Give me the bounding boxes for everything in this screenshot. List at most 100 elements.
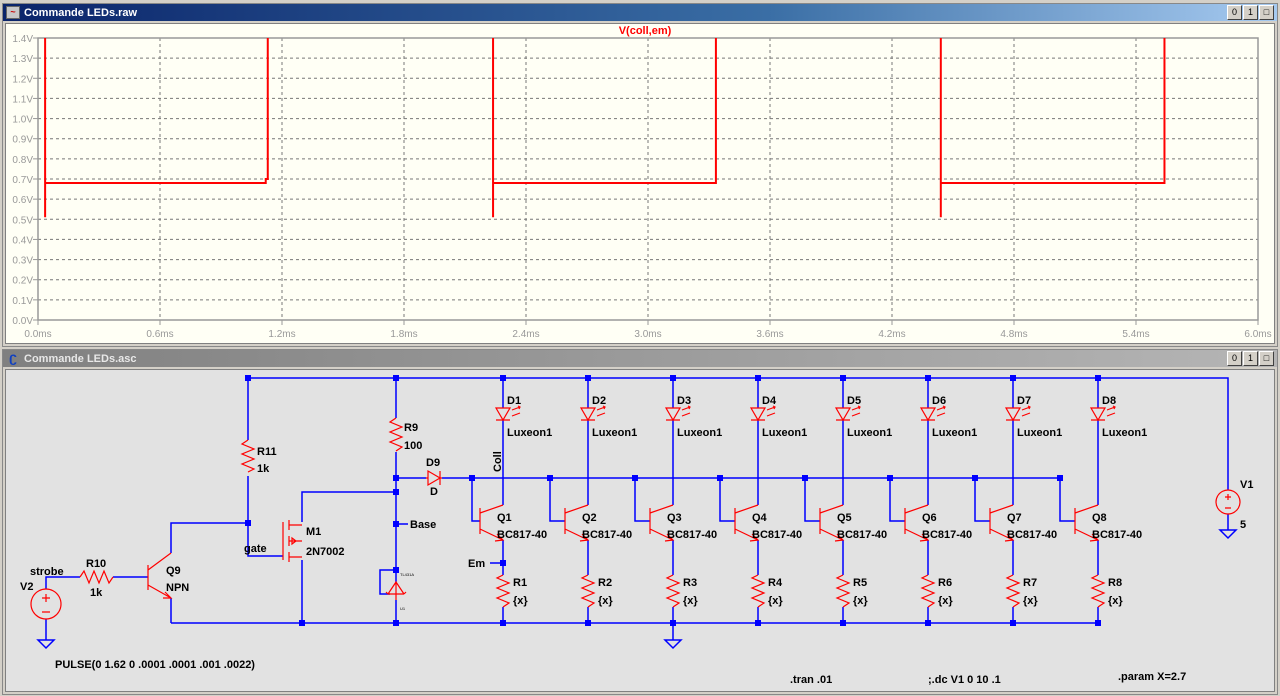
value-transistor: BC817-40 — [667, 529, 717, 541]
label-led: D1 — [507, 395, 521, 407]
label-resistor: R1 — [513, 577, 527, 589]
led-D2 — [579, 405, 606, 422]
value-led: Luxeon1 — [762, 427, 807, 439]
value-transistor: BC817-40 — [752, 529, 802, 541]
label-resistor: R5 — [853, 577, 867, 589]
value-d9: D — [430, 486, 438, 498]
value-resistor: {x} — [938, 595, 953, 607]
led-channel-1: D1 Luxeon1 Q1 BC817-40 R1 {x} — [471, 378, 552, 623]
resistor-R1 — [495, 574, 511, 608]
resistor-r10 — [79, 569, 114, 585]
led-channel-6: D6 Luxeon1 Q6 BC817-40 R6 {x} — [889, 378, 977, 623]
value-led: Luxeon1 — [592, 427, 637, 439]
label-v2: V2 — [20, 581, 33, 593]
led-channel-5: D5 Luxeon1 Q5 BC817-40 R5 {x} — [804, 378, 892, 623]
value-transistor: BC817-40 — [497, 529, 547, 541]
resistor-R4 — [750, 574, 766, 608]
label-led: D3 — [677, 395, 691, 407]
channel-wire — [1059, 378, 1099, 623]
led-channel-2: D2 Luxeon1 Q2 BC817-40 R2 {x} — [549, 378, 637, 623]
value-led: Luxeon1 — [507, 427, 552, 439]
junction-dot — [299, 620, 305, 626]
ground-icon — [663, 639, 683, 650]
value-q9: NPN — [166, 582, 189, 594]
label-r9: R9 — [404, 422, 418, 434]
plus-v2 — [42, 594, 50, 613]
directive-param[interactable]: .param X=2.7 — [1118, 671, 1186, 683]
label-transistor: Q8 — [1092, 512, 1107, 524]
shunt-regulator-u1 — [385, 580, 407, 600]
channel-wire — [719, 378, 759, 623]
label-transistor: Q5 — [837, 512, 852, 524]
label-transistor: Q6 — [922, 512, 937, 524]
directive-pulse[interactable]: PULSE(0 1.62 0 .0001 .0001 .001 .0022) — [55, 659, 255, 671]
value-resistor: {x} — [768, 595, 783, 607]
value-resistor: {x} — [1108, 595, 1123, 607]
label-led: D5 — [847, 395, 861, 407]
ground-icon — [1218, 529, 1238, 540]
led-D8 — [1089, 405, 1116, 422]
value-resistor: {x} — [513, 595, 528, 607]
label-led: D2 — [592, 395, 606, 407]
ground-icon — [36, 639, 56, 650]
label-led: D7 — [1017, 395, 1031, 407]
net-base: Base — [410, 519, 436, 531]
led-channel-3: D3 Luxeon1 Q3 BC817-40 R3 {x} — [634, 378, 722, 623]
label-q9: Q9 — [166, 565, 181, 577]
plus-v1 — [1225, 494, 1231, 509]
value-led: Luxeon1 — [932, 427, 977, 439]
net-gate: gate — [244, 543, 267, 555]
led-D6 — [919, 405, 946, 422]
value-transistor: BC817-40 — [582, 529, 632, 541]
label-m1: M1 — [306, 526, 321, 538]
junction-dot — [393, 567, 399, 573]
channel-wire — [549, 378, 589, 623]
resistor-R8 — [1090, 574, 1106, 608]
led-channel-4: D4 Luxeon1 Q4 BC817-40 R4 {x} — [719, 378, 807, 623]
label-resistor: R2 — [598, 577, 612, 589]
nmos-m1 — [282, 520, 302, 562]
label-transistor: Q2 — [582, 512, 597, 524]
part-u1: TL431A — [400, 572, 414, 577]
junction-dot — [393, 620, 399, 626]
value-led: Luxeon1 — [677, 427, 722, 439]
label-r11: R11 — [257, 446, 277, 458]
value-led: Luxeon1 — [1102, 427, 1147, 439]
junction-dot — [393, 375, 399, 381]
value-resistor: {x} — [853, 595, 868, 607]
resistor-r11 — [240, 439, 256, 473]
value-resistor: {x} — [683, 595, 698, 607]
value-m1: 2N7002 — [306, 546, 345, 558]
label-transistor: Q7 — [1007, 512, 1022, 524]
schematic-drawing[interactable]: D1 Luxeon1 Q1 BC817-40 R1 {x} D2 Luxeon1 Q2 BC817… — [0, 0, 1280, 696]
led-D5 — [834, 405, 861, 422]
label-transistor: Q4 — [752, 512, 768, 524]
label-led: D8 — [1102, 395, 1116, 407]
wire-r11 — [170, 378, 249, 553]
wire-r9 — [395, 378, 408, 623]
net-em: Em — [468, 558, 485, 570]
value-led: Luxeon1 — [847, 427, 892, 439]
channel-wire — [974, 378, 1014, 623]
label-resistor: R4 — [768, 577, 783, 589]
led-D1 — [494, 405, 521, 422]
directive-dc[interactable]: ;.dc V1 0 10 .1 — [928, 674, 1001, 686]
junction-dot — [393, 489, 399, 495]
wire-u1-ref — [379, 569, 396, 595]
junction-dot — [393, 521, 399, 527]
value-transistor: BC817-40 — [922, 529, 972, 541]
directive-tran[interactable]: .tran .01 — [790, 674, 832, 686]
label-transistor: Q3 — [667, 512, 682, 524]
value-r11: 1k — [257, 463, 270, 475]
net-coll: Coll — [492, 451, 504, 472]
value-transistor: BC817-40 — [1092, 529, 1142, 541]
led-channel-8: D8 Luxeon1 Q8 BC817-40 R8 {x} — [1059, 378, 1147, 623]
label-led: D6 — [932, 395, 946, 407]
resistor-R7 — [1005, 574, 1021, 608]
value-led: Luxeon1 — [1017, 427, 1062, 439]
label-resistor: R8 — [1108, 577, 1122, 589]
value-resistor: {x} — [598, 595, 613, 607]
label-resistor: R3 — [683, 577, 697, 589]
value-r10: 1k — [90, 587, 103, 599]
led-channel-7: D7 Luxeon1 Q7 BC817-40 R7 {x} — [974, 378, 1062, 623]
